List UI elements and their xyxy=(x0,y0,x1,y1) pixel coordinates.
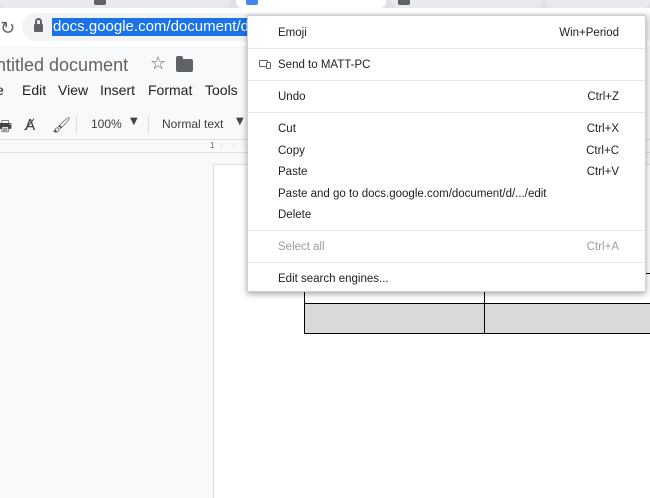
menu-divider xyxy=(248,230,645,231)
menu-item-copy[interactable]: Copy Ctrl+C xyxy=(248,140,645,162)
menu-item-label: Send to MATT-PC xyxy=(278,59,371,71)
zoom-caret-icon[interactable]: ▼ xyxy=(130,116,138,127)
menu-item-label: Paste and go to docs.google.com/document… xyxy=(278,188,547,200)
lock-icon[interactable] xyxy=(34,18,43,32)
menu-item-paste-and-go[interactable]: Paste and go to docs.google.com/document… xyxy=(248,183,645,205)
zoom-select[interactable]: 100% xyxy=(91,117,122,131)
url-text[interactable]: docs.google.com/document/d/1B xyxy=(52,18,273,36)
menu-item-edit-search-engines[interactable]: Edit search engines... xyxy=(248,268,645,290)
menu-divider xyxy=(248,112,645,113)
toolbar-divider xyxy=(76,116,77,134)
menu-item-paste[interactable]: Paste Ctrl+V xyxy=(248,161,645,183)
tab-strip xyxy=(0,0,650,8)
menu-item-label: Select all xyxy=(278,241,325,253)
style-caret-icon[interactable]: ▼ xyxy=(236,116,244,127)
menu-tools[interactable]: Tools xyxy=(205,82,238,98)
menu-item-shortcut: Ctrl+Z xyxy=(587,91,619,103)
menu-file[interactable]: e xyxy=(0,82,4,98)
tab-3[interactable] xyxy=(392,0,542,8)
table-cell[interactable] xyxy=(304,303,485,334)
menu-divider xyxy=(248,80,645,81)
menu-item-select-all[interactable]: Select all Ctrl+A xyxy=(248,236,645,258)
tab-1[interactable] xyxy=(0,0,230,8)
menu-item-label: Copy xyxy=(278,145,305,157)
style-select[interactable]: Normal text xyxy=(162,117,223,131)
menu-item-label: Cut xyxy=(278,123,296,135)
menu-item-shortcut: Ctrl+V xyxy=(586,166,619,178)
print-icon[interactable]: 🖶 xyxy=(0,116,12,141)
ruler-number: 1 xyxy=(210,141,215,150)
menu-item-send-to-device[interactable]: Send to MATT-PC xyxy=(248,54,645,76)
reload-icon[interactable]: ↻ xyxy=(0,18,15,39)
menu-item-emoji[interactable]: Emoji Win+Period xyxy=(248,22,645,44)
menu-edit[interactable]: Edit xyxy=(22,82,46,98)
menu-insert[interactable]: Insert xyxy=(100,82,135,98)
docs-favicon xyxy=(246,0,258,5)
menu-item-label: Delete xyxy=(278,209,312,221)
menu-format[interactable]: Format xyxy=(148,82,192,98)
tab-active[interactable] xyxy=(236,0,386,8)
menu-item-shortcut: Ctrl+C xyxy=(586,145,619,157)
menu-item-label: Paste xyxy=(278,166,308,178)
menu-divider xyxy=(248,48,645,49)
menu-item-undo[interactable]: Undo Ctrl+Z xyxy=(248,86,645,108)
document-title[interactable]: ntitled document xyxy=(0,55,128,76)
menu-divider xyxy=(248,262,645,263)
menu-item-label: Undo xyxy=(278,91,306,103)
menu-item-shortcut: Ctrl+A xyxy=(586,241,619,253)
menu-item-delete[interactable]: Delete xyxy=(248,204,645,226)
menu-view[interactable]: View xyxy=(58,82,88,98)
context-menu: Emoji Win+Period Send to MATT-PC Undo Ct… xyxy=(247,15,646,292)
toolbar-divider xyxy=(148,116,149,134)
tab-favicon xyxy=(94,0,106,5)
paint-format-icon[interactable]: 🖌 xyxy=(52,116,71,134)
table-row xyxy=(304,303,650,334)
spellcheck-icon[interactable]: A̸ xyxy=(25,116,35,134)
folder-icon[interactable] xyxy=(176,56,193,72)
send-to-device-icon xyxy=(258,60,271,69)
menu-item-label: Emoji xyxy=(278,27,307,39)
menu-item-shortcut: Win+Period xyxy=(559,27,619,39)
menu-item-cut[interactable]: Cut Ctrl+X xyxy=(248,118,645,140)
menu-item-shortcut: Ctrl+X xyxy=(586,123,619,135)
tab-4[interactable] xyxy=(546,0,650,8)
star-icon[interactable]: ☆ xyxy=(150,53,166,74)
table-cell[interactable] xyxy=(483,303,650,334)
menu-item-label: Edit search engines... xyxy=(278,273,389,285)
tab-favicon xyxy=(398,0,410,5)
